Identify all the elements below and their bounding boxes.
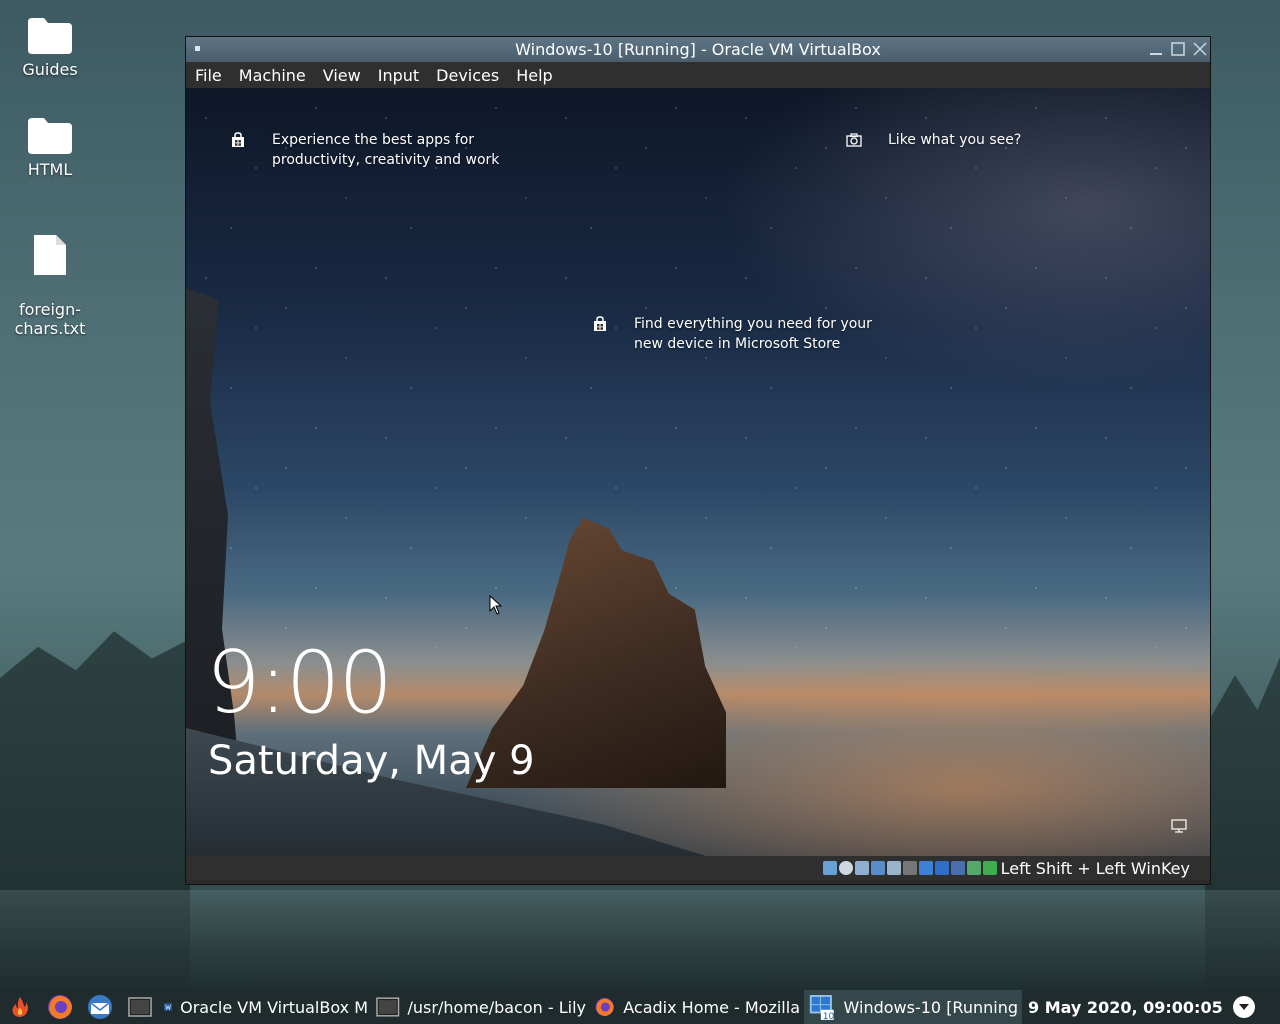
tip-text: Experience the best apps for productivit… — [272, 132, 500, 168]
minimize-button[interactable] — [1146, 39, 1166, 59]
display-icon[interactable] — [918, 861, 933, 875]
desktop-icon-label: foreign- chars.txt — [14, 300, 86, 338]
usb-icon[interactable] — [886, 861, 901, 875]
taskbar-clock[interactable]: 9 May 2020, 09:00:05 — [1028, 998, 1223, 1017]
desktop-icon-guides[interactable]: Guides — [5, 16, 95, 79]
virtualbox-window: Windows-10 [Running] - Oracle VM Virtual… — [185, 36, 1211, 885]
store-bag-icon — [594, 316, 606, 331]
task-label: Oracle VM VirtualBox M — [180, 997, 368, 1017]
task-windows10-vm[interactable]: 10 Windows-10 [Running — [804, 990, 1022, 1024]
task-label: Acadix Home - Mozilla — [623, 997, 800, 1017]
task-label: /usr/home/bacon - Lily — [407, 997, 587, 1017]
file-icon — [34, 235, 66, 275]
window-titlebar[interactable]: Windows-10 [Running] - Oracle VM Virtual… — [186, 37, 1210, 62]
launcher-fire[interactable] — [0, 990, 40, 1024]
network-adapter-icon[interactable] — [870, 861, 885, 875]
keyboard-capture-icon[interactable] — [982, 861, 997, 875]
mouse-integration-icon[interactable] — [966, 861, 981, 875]
video-capture-icon[interactable] — [934, 861, 949, 875]
lock-clock: 9:00 — [206, 633, 393, 733]
fire-icon — [12, 997, 28, 1017]
host-key-label: Left Shift + Left WinKey — [1000, 858, 1190, 878]
chevron-down-icon — [1238, 1004, 1249, 1010]
tip-text: Find everything you need for your new de… — [634, 316, 872, 352]
menu-view[interactable]: View — [323, 66, 370, 85]
menu-file[interactable]: File — [195, 66, 231, 85]
lock-tip-apps[interactable]: Experience the best apps for productivit… — [230, 130, 560, 170]
taskbar-menu-button[interactable] — [1232, 996, 1255, 1018]
folder-icon — [28, 118, 72, 154]
network-icon[interactable] — [1170, 818, 1188, 834]
window-menu-icon[interactable] — [195, 46, 200, 51]
terminal-icon — [128, 997, 152, 1017]
menu-bar: File Machine View Input Devices Help — [186, 62, 1210, 88]
starry-sky — [186, 88, 1210, 648]
task-virtualbox-manager[interactable]: Oracle VM VirtualBox M — [160, 990, 372, 1024]
camera-icon — [846, 133, 862, 147]
cpu-icon[interactable] — [950, 861, 965, 875]
status-icons — [822, 861, 997, 875]
maximize-button[interactable] — [1168, 39, 1188, 59]
menu-input[interactable]: Input — [378, 66, 428, 85]
firefox-icon — [48, 995, 72, 1019]
hard-disk-icon[interactable] — [822, 861, 837, 875]
lock-tip-like[interactable]: Like what you see? — [846, 130, 1021, 150]
task-label: Windows-10 [Running — [843, 997, 1018, 1017]
optical-drive-icon[interactable] — [838, 861, 853, 875]
launcher-terminal[interactable] — [120, 990, 160, 1024]
launcher-firefox[interactable] — [40, 990, 80, 1024]
maximize-icon — [1171, 42, 1185, 56]
close-button[interactable] — [1190, 39, 1210, 59]
window-title: Windows-10 [Running] - Oracle VM Virtual… — [515, 40, 881, 59]
menu-devices[interactable]: Devices — [436, 66, 508, 85]
windows10-vm-icon: 10 — [809, 995, 835, 1022]
desktop-icon-label: Guides — [22, 60, 78, 79]
menu-help[interactable]: Help — [516, 66, 561, 85]
tip-text: Like what you see? — [888, 132, 1022, 148]
folder-icon — [28, 18, 72, 54]
menu-machine[interactable]: Machine — [239, 66, 315, 85]
audio-icon[interactable] — [854, 861, 869, 875]
close-icon — [1193, 42, 1207, 56]
mouse-cursor-icon — [489, 595, 503, 615]
taskbar: Oracle VM VirtualBox M /usr/home/bacon -… — [0, 990, 1280, 1024]
guest-display[interactable]: Experience the best apps for productivit… — [186, 88, 1210, 856]
virtualbox-icon — [164, 1003, 172, 1011]
desktop-fog — [0, 890, 1280, 990]
desktop-icon-html[interactable]: HTML — [5, 116, 95, 179]
task-firefox[interactable]: Acadix Home - Mozilla — [590, 990, 804, 1024]
launcher-mail[interactable] — [80, 990, 120, 1024]
firefox-icon — [595, 997, 614, 1017]
vm-status-bar: Left Shift + Left WinKey — [186, 856, 1210, 880]
mail-icon — [88, 995, 112, 1019]
shared-folder-icon[interactable] — [902, 861, 917, 875]
lock-date: Saturday, May 9 — [208, 738, 535, 784]
store-bag-icon — [232, 132, 244, 147]
terminal-icon — [376, 997, 400, 1017]
task-terminal[interactable]: /usr/home/bacon - Lily — [372, 990, 590, 1024]
desktop-icon-label: HTML — [27, 160, 73, 179]
lock-tip-store[interactable]: Find everything you need for your new de… — [592, 314, 902, 354]
svg-text:10: 10 — [823, 1011, 835, 1022]
minimize-icon — [1150, 53, 1162, 55]
desktop-icon-foreign-chars[interactable]: foreign- chars.txt — [5, 214, 95, 338]
